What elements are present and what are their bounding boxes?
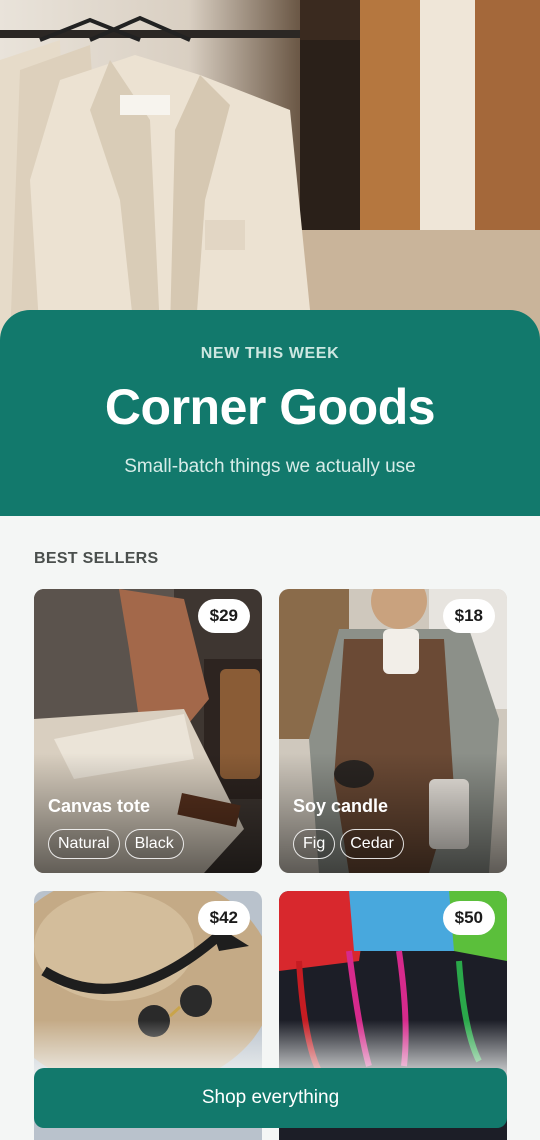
hero-image [0, 0, 540, 340]
price-badge: $29 [197, 599, 250, 633]
product-name: Soy candle [293, 796, 389, 816]
product-card-canvas-tote[interactable]: $29 Canvas tote Natural Black [34, 589, 262, 873]
variant-chips: Natural Black [48, 829, 184, 859]
price-badge: $42 [197, 901, 250, 935]
hero-banner: NEW THIS WEEK Corner Goods Small-batch t… [0, 310, 540, 516]
price-badge: $50 [442, 901, 495, 935]
eyebrow-text: NEW THIS WEEK [200, 345, 340, 362]
store-title: Corner Goods [104, 379, 436, 435]
shop-everything-button[interactable]: Shop everything [34, 1068, 507, 1128]
product-card-soy-candle[interactable]: $18 Soy candle Fig Cedar [279, 589, 507, 873]
variant-chip[interactable]: Cedar [340, 829, 404, 859]
variant-chip[interactable]: Fig [293, 829, 336, 859]
section-label-best-sellers: BEST SELLERS [34, 550, 159, 567]
product-name: Canvas tote [48, 796, 151, 816]
variant-chips: Fig Cedar [293, 829, 404, 859]
price-badge: $18 [442, 599, 495, 633]
variant-chip[interactable]: Natural [48, 829, 120, 859]
variant-chip[interactable]: Black [124, 829, 184, 859]
store-subtitle: Small-batch things we actually use [124, 456, 416, 477]
